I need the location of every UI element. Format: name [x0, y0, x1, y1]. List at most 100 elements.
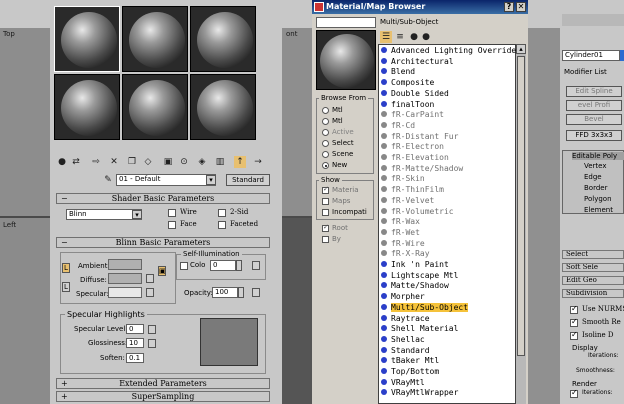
material-type-item[interactable]: Lightscape Mtl [381, 271, 458, 282]
put-to-library-icon[interactable]: ▣ [162, 156, 174, 168]
make-copy-icon[interactable]: ❐ [126, 156, 138, 168]
lock-maps-button[interactable]: ▣ [158, 266, 166, 276]
material-type-item[interactable]: fR-Volumetric [381, 207, 454, 218]
ambient-color-swatch[interactable] [108, 259, 142, 270]
two-sided-checkbox[interactable] [218, 209, 226, 217]
material-type-item[interactable]: fR-ThinFilm [381, 185, 444, 196]
show-incompatible-checkbox[interactable] [322, 209, 329, 216]
shader-type-select[interactable]: Blinn [66, 209, 142, 220]
glossiness-value[interactable]: 10 [126, 338, 144, 348]
material-type-item[interactable]: fR-X-Ray [381, 249, 430, 260]
specular-color-swatch[interactable] [108, 287, 142, 298]
pick-material-icon[interactable]: ✎ [102, 174, 114, 186]
show-map-icon[interactable]: ◈ [196, 156, 208, 168]
lock-ambient-diffuse-button[interactable]: L [62, 263, 70, 273]
browse-active-slot-radio[interactable] [322, 129, 329, 136]
view-small-icons-icon[interactable]: ● [408, 31, 420, 43]
material-type-item[interactable]: Shell Material [381, 324, 458, 335]
material-type-item[interactable]: VRayMtlWrapper [381, 388, 458, 399]
specular-level-value[interactable]: 0 [126, 324, 144, 334]
object-name-field[interactable]: Cylinder01 [562, 50, 620, 61]
material-type-item[interactable]: Architectural [381, 57, 454, 68]
material-type-item[interactable]: fR-Wire [381, 239, 425, 250]
wire-checkbox[interactable] [168, 209, 176, 217]
material-type-item[interactable]: Blend [381, 67, 415, 78]
diffuse-color-swatch[interactable] [108, 273, 142, 284]
material-type-item[interactable]: Multi/Sub-Object [381, 302, 469, 314]
material-type-item[interactable]: fR-Distant Fur [381, 132, 458, 143]
sample-slot-6[interactable] [190, 74, 256, 140]
view-list-icon[interactable]: ☰ [380, 31, 392, 43]
go-forward-sibling-icon[interactable]: → [252, 156, 264, 168]
sample-slot-2[interactable] [122, 6, 188, 72]
browser-search-field[interactable] [316, 17, 376, 28]
sample-slot-5[interactable] [122, 74, 188, 140]
root-only-checkbox[interactable] [322, 223, 329, 232]
modifier-list-dropdown[interactable]: Modifier List [564, 68, 607, 76]
diffuse-map-button[interactable] [146, 274, 154, 283]
self-illum-spinner[interactable] [236, 260, 242, 271]
stack-subobject-border[interactable]: Border [584, 184, 607, 192]
face-map-checkbox[interactable] [168, 221, 176, 229]
material-type-item[interactable]: Advanced Lighting Override [381, 46, 516, 57]
opacity-spinner[interactable] [238, 287, 244, 298]
material-type-item[interactable]: fR-Matte/Shadow [381, 164, 463, 175]
lock-diffuse-specular-button[interactable]: L [62, 282, 70, 292]
name-dropdown-button[interactable]: ▾ [206, 175, 216, 185]
bevel-profile-button[interactable]: evel Profi [566, 100, 622, 111]
put-to-scene-icon[interactable]: ⇄ [70, 156, 82, 168]
browse-new-radio[interactable] [322, 162, 329, 169]
material-type-item[interactable]: Ink 'n Paint [381, 260, 449, 271]
scroll-up-button[interactable]: ▴ [516, 44, 526, 54]
soften-value[interactable]: 0.1 [126, 353, 144, 363]
material-effects-channel-icon[interactable]: ⊙ [178, 156, 190, 168]
specular-map-button[interactable] [146, 288, 154, 297]
stack-subobject-element[interactable]: Element [584, 206, 613, 214]
shader-dropdown-button[interactable]: ▾ [132, 210, 142, 219]
bevel-button[interactable]: Bevel [566, 114, 622, 125]
ffd-button[interactable]: FFD 3x3x3 [566, 130, 622, 141]
material-type-item[interactable]: Double Sided [381, 89, 449, 100]
rollout-selection[interactable]: Select [562, 250, 624, 259]
rollout-subdivision[interactable]: Subdivision [562, 289, 624, 298]
material-type-item[interactable]: Standard [381, 346, 430, 357]
get-material-icon[interactable]: ● [56, 156, 68, 168]
specular-level-map-button[interactable] [148, 325, 156, 334]
show-maps-checkbox[interactable] [322, 198, 329, 205]
material-type-item[interactable]: fR-Velvet [381, 196, 434, 207]
viewport-front[interactable] [282, 28, 312, 216]
material-type-item[interactable]: fR-Wax [381, 217, 420, 228]
shader-basic-rollout[interactable]: − Shader Basic Parameters [56, 193, 270, 204]
browse-mtl-library-radio[interactable] [322, 107, 329, 114]
browse-selected-radio[interactable] [322, 140, 329, 147]
material-type-item[interactable]: fR-Electron [381, 142, 444, 153]
edit-spline-button[interactable]: Edit Spline [566, 86, 622, 97]
sample-slot-1[interactable] [54, 6, 120, 72]
supersampling-rollout[interactable]: + SuperSampling [56, 391, 270, 402]
material-type-button[interactable]: Standard [226, 174, 270, 186]
smooth-result-checkbox[interactable] [570, 317, 578, 327]
view-list-icons-icon[interactable]: ≡ [394, 31, 406, 43]
opacity-map-button[interactable] [252, 288, 260, 297]
material-type-item[interactable]: Raytrace [381, 314, 430, 325]
material-type-item[interactable]: Shellac [381, 335, 425, 346]
stack-subobject-edge[interactable]: Edge [584, 173, 602, 181]
material-type-item[interactable]: fR-Wet [381, 228, 420, 239]
viewport-top[interactable] [0, 28, 50, 216]
sample-slot-3[interactable] [190, 6, 256, 72]
close-button[interactable]: ✕ [516, 2, 526, 12]
material-name-field[interactable]: 01 - Default [116, 174, 216, 186]
material-type-item[interactable]: Morpher [381, 292, 425, 303]
material-type-item[interactable]: Composite [381, 78, 434, 89]
material-type-item[interactable]: Top/Bottom [381, 367, 439, 378]
faceted-checkbox[interactable] [218, 221, 226, 229]
stack-subobject-vertex[interactable]: Vertex [584, 162, 607, 170]
stack-subobject-polygon[interactable]: Polygon [584, 195, 612, 203]
browse-scene-radio[interactable] [322, 151, 329, 158]
view-large-icons-icon[interactable]: ● [420, 31, 432, 43]
viewport-left[interactable] [0, 218, 50, 404]
opacity-value[interactable]: 100 [212, 287, 238, 298]
make-unique-icon[interactable]: ◇ [142, 156, 154, 168]
show-end-result-icon[interactable]: ▥ [214, 156, 226, 168]
self-illum-value[interactable]: 0 [210, 260, 236, 271]
